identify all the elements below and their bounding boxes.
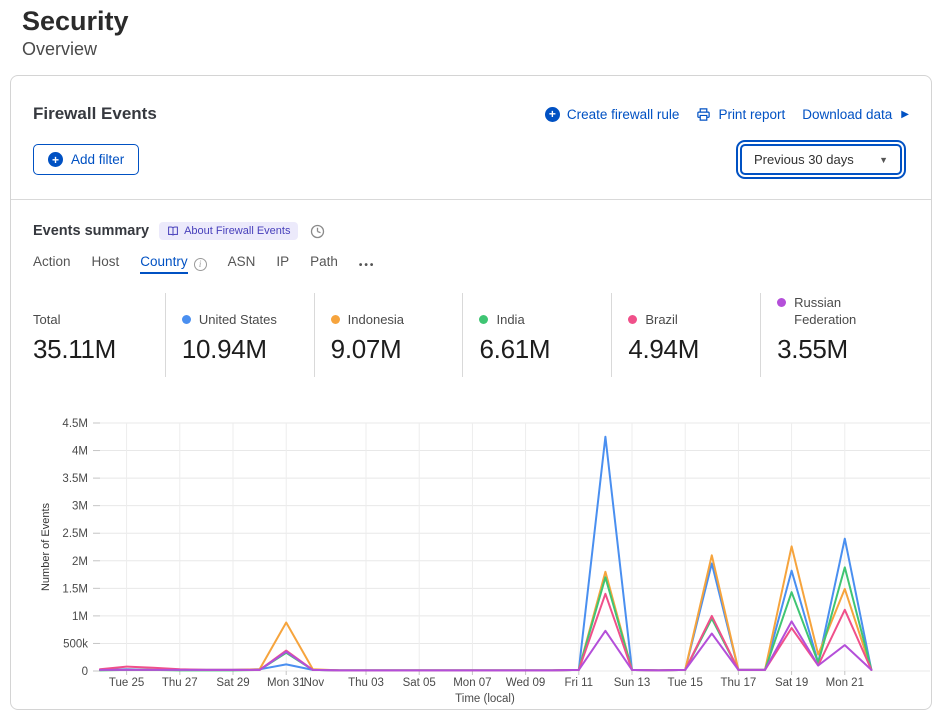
tab-country[interactable]: Country i (140, 254, 206, 279)
card-actions: + Create firewall rule Print report Down… (545, 107, 909, 122)
svg-text:Sun 13: Sun 13 (614, 677, 650, 689)
svg-text:Sat 19: Sat 19 (775, 677, 808, 689)
firewall-events-chart: 0 500k 1M 1.5M 2M 2.5M 3M 3.5M 4M 4.5M Tue 25 Thu 2… (11, 399, 931, 707)
svg-text:3.5M: 3.5M (62, 473, 88, 485)
page-title: Security (22, 6, 950, 37)
svg-text:Mon 31: Mon 31 (267, 677, 305, 689)
about-firewall-events-badge[interactable]: About Firewall Events (159, 222, 298, 240)
stat-label: Brazil (645, 312, 678, 329)
svg-text:Thu 03: Thu 03 (348, 677, 384, 689)
add-filter-label: Add filter (71, 152, 124, 167)
svg-text:'Nov: 'Nov (301, 677, 324, 689)
series-dot (777, 298, 786, 307)
divider (11, 199, 931, 200)
stat-value: 9.07M (331, 334, 449, 365)
stat-total: Total 35.11M (33, 293, 165, 377)
svg-text:1M: 1M (72, 611, 88, 623)
card-title: Firewall Events (33, 104, 157, 124)
tab-asn[interactable]: ASN (228, 254, 256, 279)
svg-text:4.5M: 4.5M (62, 418, 88, 430)
stat-label: United States (199, 312, 277, 329)
svg-text:Mon 21: Mon 21 (826, 677, 864, 689)
events-chart-svg[interactable]: 0 500k 1M 1.5M 2M 2.5M 3M 3.5M 4M 4.5M Tue 25 Thu 2… (11, 399, 931, 707)
page-subtitle: Overview (22, 39, 950, 60)
add-filter-button[interactable]: + Add filter (33, 144, 139, 175)
series-dot (479, 315, 488, 324)
stat-label: India (496, 312, 524, 329)
download-data-label: Download data (802, 107, 892, 122)
firewall-events-card: Firewall Events + Create firewall rule P… (10, 75, 932, 710)
printer-icon (696, 107, 711, 122)
info-icon[interactable]: i (194, 258, 207, 271)
stat-russian-federation[interactable]: Russian Federation 3.55M (760, 293, 909, 377)
print-report-link[interactable]: Print report (696, 107, 785, 122)
book-icon (167, 225, 179, 237)
stat-value: 3.55M (777, 334, 895, 365)
svg-text:2M: 2M (72, 556, 88, 568)
svg-text:2.5M: 2.5M (62, 528, 88, 540)
series-dot (628, 315, 637, 324)
stat-value: 4.94M (628, 334, 746, 365)
expand-right-icon: ▶ (901, 109, 909, 120)
svg-text:Number of Events: Number of Events (40, 502, 52, 591)
svg-text:Fri 11: Fri 11 (565, 677, 594, 689)
svg-text:Sat 29: Sat 29 (216, 677, 249, 689)
svg-text:1.5M: 1.5M (62, 583, 88, 595)
summary-tabs: Action Host Country i ASN IP Path ••• (33, 254, 909, 279)
tab-path[interactable]: Path (310, 254, 338, 279)
svg-text:Time (local): Time (local) (455, 693, 515, 705)
page-header: Security Overview (0, 0, 950, 60)
tabs-more-button[interactable]: ••• (359, 260, 376, 279)
stat-value: 35.11M (33, 334, 151, 365)
stat-label: Russian Federation (794, 295, 895, 329)
stat-indonesia[interactable]: Indonesia 9.07M (314, 293, 463, 377)
svg-text:Sat 05: Sat 05 (403, 677, 436, 689)
history-clock-icon[interactable] (310, 224, 325, 239)
print-report-label: Print report (718, 107, 785, 122)
stat-label: Total (33, 312, 60, 329)
stat-india[interactable]: India 6.61M (462, 293, 611, 377)
svg-text:Mon 07: Mon 07 (453, 677, 491, 689)
svg-text:Wed 09: Wed 09 (506, 677, 545, 689)
svg-text:Thu 27: Thu 27 (162, 677, 198, 689)
tab-ip[interactable]: IP (276, 254, 289, 279)
plus-circle-icon: + (48, 152, 63, 167)
svg-text:500k: 500k (63, 638, 88, 650)
events-summary-title: Events summary (33, 223, 149, 239)
tab-host[interactable]: Host (92, 254, 120, 279)
stat-value: 10.94M (182, 334, 300, 365)
series-dot (331, 315, 340, 324)
date-range-select[interactable]: Previous 30 days ▼ (740, 144, 902, 175)
stat-brazil[interactable]: Brazil 4.94M (611, 293, 760, 377)
svg-text:Thu 17: Thu 17 (720, 677, 756, 689)
create-firewall-rule-link[interactable]: + Create firewall rule (545, 107, 680, 122)
date-range-value: Previous 30 days (754, 152, 854, 167)
svg-text:Tue 15: Tue 15 (668, 677, 703, 689)
plus-circle-icon: + (545, 107, 560, 122)
series-dot (182, 315, 191, 324)
svg-text:4M: 4M (72, 445, 88, 457)
stat-value: 6.61M (479, 334, 597, 365)
tab-action[interactable]: Action (33, 254, 71, 279)
stat-label: Indonesia (348, 312, 404, 329)
about-firewall-events-label: About Firewall Events (184, 225, 290, 237)
stats-row: Total 35.11M United States 10.94M Indone… (33, 293, 909, 377)
svg-text:0: 0 (82, 666, 88, 678)
chevron-down-icon: ▼ (879, 155, 888, 165)
stat-united-states[interactable]: United States 10.94M (165, 293, 314, 377)
svg-text:Tue 25: Tue 25 (109, 677, 144, 689)
create-firewall-rule-label: Create firewall rule (567, 107, 680, 122)
download-data-link[interactable]: Download data ▶ (802, 107, 909, 122)
svg-text:3M: 3M (72, 500, 88, 512)
